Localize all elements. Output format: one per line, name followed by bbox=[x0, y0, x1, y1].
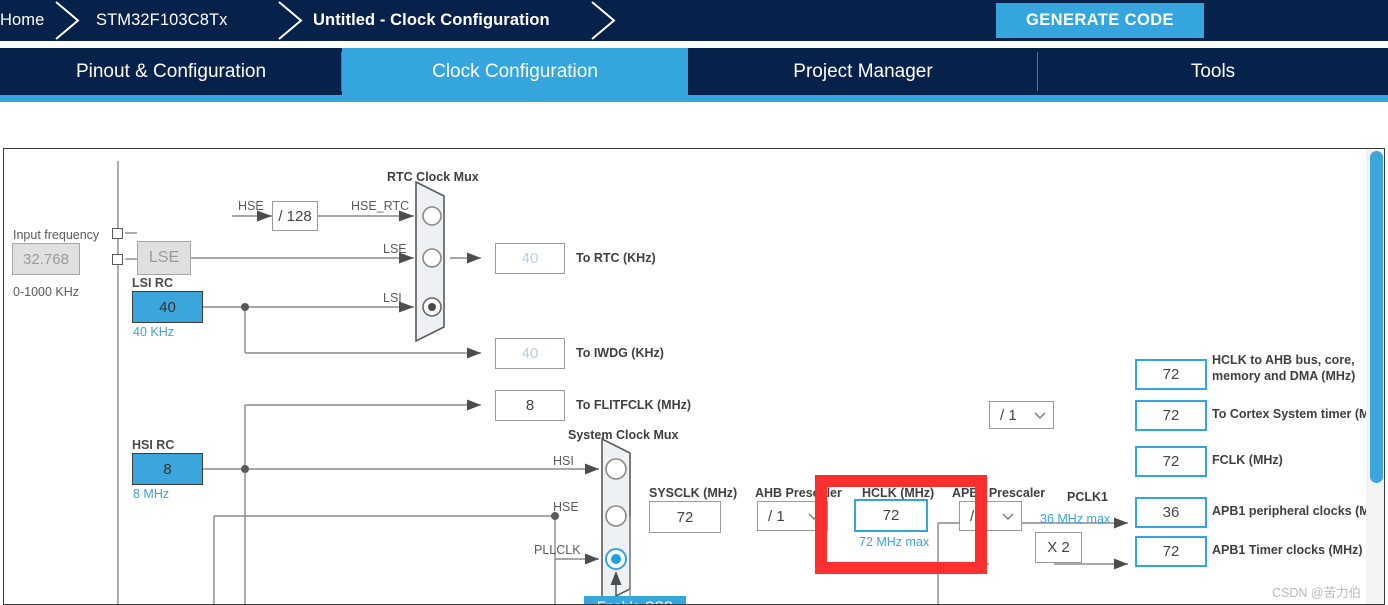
lse-pin-out bbox=[112, 254, 123, 265]
breadcrumb-label: Home bbox=[0, 11, 45, 29]
ahb-prescaler-value: / 1 bbox=[768, 507, 785, 525]
sysclk-label: SYSCLK (MHz) bbox=[649, 486, 738, 500]
to-iwdg-value: 40 bbox=[495, 338, 565, 369]
tab-tools[interactable]: Tools bbox=[1038, 48, 1388, 95]
hsi-rc-unit: 8 MHz bbox=[133, 487, 170, 501]
clock-configuration-canvas[interactable]: Input frequency 32.768 0-1000 KHz LSE LS… bbox=[3, 148, 1385, 605]
breadcrumb-label: STM32F103C8Tx bbox=[96, 11, 228, 29]
sysclk-value: 72 bbox=[649, 501, 721, 533]
sys-mux-input-hsi: HSI bbox=[553, 454, 574, 468]
hse-signal-label: HSE bbox=[238, 199, 264, 213]
apb1-prescaler-label: APB1 Prescaler bbox=[952, 486, 1046, 500]
chevron-down-icon bbox=[1034, 412, 1046, 419]
to-rtc-value: 40 bbox=[495, 243, 565, 274]
output-fclk-value[interactable]: 72 bbox=[1135, 446, 1207, 477]
lsi-rc-caption: LSI RC bbox=[132, 276, 173, 290]
input-frequency-range: 0-1000 KHz bbox=[13, 285, 80, 299]
output-hclk-ahb-value[interactable]: 72 bbox=[1135, 359, 1207, 390]
breadcrumb-item-current[interactable]: Untitled - Clock Configuration bbox=[313, 0, 593, 41]
sys-mux-input-pllclk: PLLCLK bbox=[534, 543, 581, 557]
app-header: Home STM32F103C8Tx Untitled - Clock Conf… bbox=[0, 0, 1388, 41]
hclk-value[interactable]: 72 bbox=[854, 499, 928, 532]
apb1-prescaler-select[interactable]: / 2 bbox=[959, 501, 1022, 531]
output-fclk-label: FCLK (MHz) bbox=[1212, 453, 1283, 467]
apb1-prescaler-value: / 2 bbox=[970, 507, 987, 525]
tab-clock-configuration[interactable]: Clock Configuration bbox=[342, 48, 688, 95]
tab-accent-underline bbox=[0, 95, 1388, 102]
tab-label: Tools bbox=[1190, 60, 1236, 82]
tab-project-manager[interactable]: Project Manager bbox=[688, 48, 1038, 95]
tab-label: Project Manager bbox=[793, 60, 933, 82]
breadcrumb-chevron-icon bbox=[586, 0, 620, 41]
lse-oscillator-box[interactable]: LSE bbox=[137, 241, 191, 275]
ahb-prescaler-select[interactable]: / 1 bbox=[757, 501, 828, 531]
system-clock-mux-selector[interactable] bbox=[602, 439, 632, 604]
tab-pinout-configuration[interactable]: Pinout & Configuration bbox=[0, 48, 342, 95]
lsi-rc-value[interactable]: 40 bbox=[132, 291, 203, 323]
cortex-prescaler-value: / 1 bbox=[1000, 406, 1017, 424]
sys-mux-input-hse: HSE bbox=[553, 500, 579, 514]
breadcrumb-item-device[interactable]: STM32F103C8Tx bbox=[96, 0, 276, 41]
hse-rtc-signal-label: HSE_RTC bbox=[351, 199, 410, 213]
watermark-text: CSDN @苦力伯 bbox=[1272, 586, 1362, 600]
breadcrumb-chevron-icon bbox=[273, 0, 307, 41]
canvas-vertical-scrollbar[interactable] bbox=[1366, 149, 1384, 604]
ahb-prescaler-label: AHB Prescaler bbox=[755, 486, 842, 500]
pclk1-label: PCLK1 bbox=[1067, 490, 1108, 504]
hclk-label: HCLK (MHz) bbox=[862, 486, 935, 500]
input-frequency-caption: Input frequency bbox=[13, 228, 100, 242]
breadcrumb-label: Untitled - Clock Configuration bbox=[313, 11, 550, 29]
output-hclk-ahb-label: HCLK to AHB bus, core, bbox=[1212, 353, 1355, 367]
output-hclk-ahb-label-line2: memory and DMA (MHz) bbox=[1212, 369, 1356, 383]
to-iwdg-label: To IWDG (KHz) bbox=[576, 346, 664, 360]
pclk1-max: 36 MHz max bbox=[1040, 512, 1111, 526]
output-apb1-peripheral-value[interactable]: 36 bbox=[1135, 497, 1207, 528]
to-rtc-label: To RTC (KHz) bbox=[576, 251, 656, 265]
hsi-rc-value[interactable]: 8 bbox=[132, 453, 203, 485]
chevron-down-icon bbox=[808, 513, 820, 520]
rtc-mux-input-lsi: LSI bbox=[383, 291, 402, 305]
output-cortex-timer-label: To Cortex System timer (MHz) bbox=[1212, 407, 1385, 421]
hse-div128-box: / 128 bbox=[272, 201, 318, 231]
output-apb1-peripheral-label: APB1 peripheral clocks (MHz) bbox=[1212, 504, 1385, 518]
rtc-mux-input-lse: LSE bbox=[383, 242, 407, 256]
hclk-max: 72 MHz max bbox=[859, 535, 930, 549]
enable-css-button[interactable]: Enable CSS bbox=[584, 596, 686, 604]
clock-tree-diagram: Input frequency 32.768 0-1000 KHz LSE LS… bbox=[4, 149, 1385, 604]
tab-label: Clock Configuration bbox=[432, 60, 598, 82]
output-cortex-timer-value[interactable]: 72 bbox=[1135, 400, 1207, 431]
output-apb1-timer-label: APB1 Timer clocks (MHz) bbox=[1212, 543, 1363, 557]
main-tab-bar: Pinout & Configuration Clock Configurati… bbox=[0, 48, 1388, 95]
canvas-scrollbar-thumb[interactable] bbox=[1370, 151, 1383, 483]
chevron-down-icon bbox=[1002, 513, 1014, 520]
to-flitfclk-label: To FLITFCLK (MHz) bbox=[576, 398, 692, 412]
generate-code-button[interactable]: GENERATE CODE bbox=[996, 3, 1204, 38]
to-flitfclk-value: 8 bbox=[495, 390, 565, 421]
tab-label: Pinout & Configuration bbox=[75, 60, 267, 82]
lse-pin-in bbox=[112, 228, 123, 239]
breadcrumb-chevron-icon bbox=[50, 0, 84, 41]
cortex-prescaler-select[interactable]: / 1 bbox=[989, 401, 1054, 429]
input-frequency-field[interactable]: 32.768 bbox=[12, 243, 80, 275]
lsi-rc-unit: 40 KHz bbox=[133, 325, 174, 339]
apb1-timer-multiplier: X 2 bbox=[1035, 532, 1082, 563]
output-apb1-timer-value[interactable]: 72 bbox=[1135, 536, 1207, 567]
hsi-rc-caption: HSI RC bbox=[132, 438, 175, 452]
clock-toolbar: Resolve Clock Issues bbox=[0, 102, 1388, 240]
rtc-clock-mux-selector[interactable] bbox=[416, 182, 446, 342]
